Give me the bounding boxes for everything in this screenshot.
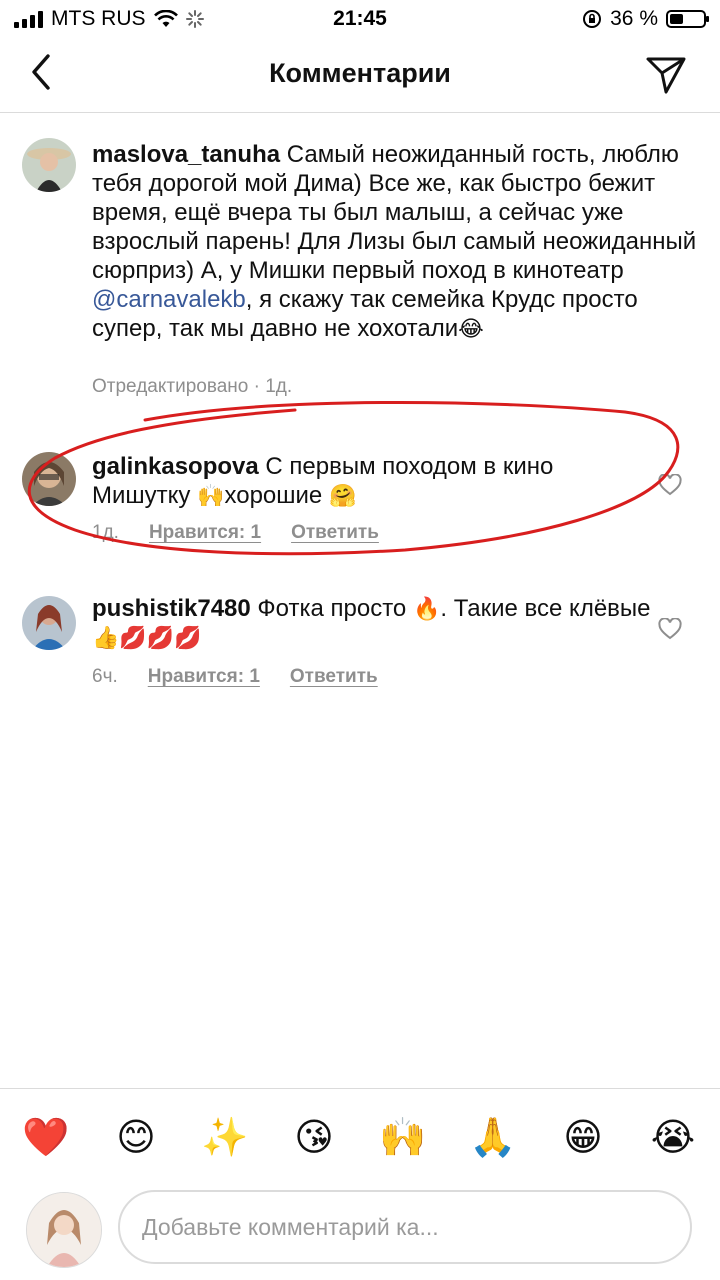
comment-username[interactable]: pushistik7480 xyxy=(92,595,251,622)
avatar-image xyxy=(22,596,76,650)
comment-text: pushistik7480 Фотка просто 🔥. Такие все … xyxy=(92,594,652,652)
battery-icon xyxy=(666,10,709,28)
raising-hands-emoji: 🙌 xyxy=(197,483,225,508)
avatar[interactable] xyxy=(22,452,76,506)
comment-username[interactable]: galinkasopova xyxy=(92,453,259,480)
rotation-lock-icon xyxy=(583,10,602,28)
edited-label: Отредактировано · 1д. xyxy=(92,376,293,397)
like-heart-icon[interactable] xyxy=(658,474,682,496)
quick-emoji-smile[interactable]: 😊 xyxy=(110,1112,162,1164)
quick-emoji-cry[interactable]: 😭 xyxy=(647,1112,699,1164)
quick-emoji-sparkles[interactable]: ✨ xyxy=(199,1112,251,1164)
comment-meta: 6ч. Нравится: 1 Ответить xyxy=(92,666,378,688)
avatar-image xyxy=(22,138,76,192)
fire-emoji: 🔥 xyxy=(412,596,441,621)
comment-username[interactable]: maslova_tanuha xyxy=(92,141,280,168)
reply-button[interactable]: Ответить xyxy=(290,666,378,688)
quick-emoji-heart[interactable]: ❤️ xyxy=(20,1112,72,1164)
mention-link[interactable]: @carnavalekb xyxy=(92,286,246,313)
send-direct-icon[interactable] xyxy=(644,52,688,96)
comment-body-continued: хорошие xyxy=(224,482,329,509)
avatar-image xyxy=(22,452,76,506)
divider xyxy=(0,1088,720,1089)
likes-count-link[interactable]: Нравится: 1 xyxy=(149,522,261,544)
reply-button[interactable]: Ответить xyxy=(291,522,379,544)
battery-percent: 36 % xyxy=(610,7,658,30)
quick-emoji-grin[interactable]: 😁 xyxy=(557,1112,609,1164)
like-heart-icon[interactable] xyxy=(658,618,682,640)
my-avatar xyxy=(26,1192,102,1268)
quick-emoji-kiss[interactable]: 😘 xyxy=(288,1112,340,1164)
comment-body-continued: . Такие все клёвые xyxy=(440,595,651,622)
laughing-emoji: 😂 xyxy=(458,316,484,341)
avatar-image xyxy=(27,1193,101,1267)
page-title: Комментарии xyxy=(269,58,451,88)
status-right: 36 % xyxy=(582,7,709,31)
status-bar: MTS RUS 21:45 36 % xyxy=(0,0,720,38)
comment-input[interactable]: Добавьте комментарий ка... xyxy=(118,1190,692,1264)
top-bar: Комментарии xyxy=(0,38,720,113)
avatar[interactable] xyxy=(22,596,76,650)
thumbs-up-kiss-emojis: 👍💋💋💋 xyxy=(92,625,202,650)
comment-text: galinkasopova С первым походом в кино Ми… xyxy=(92,452,652,510)
hugging-emoji: 🤗 xyxy=(328,483,357,508)
comment-text: maslova_tanuha Самый неожиданный гость, … xyxy=(92,140,702,343)
comment-composer: Добавьте комментарий ка... xyxy=(0,1186,720,1272)
quick-emoji-pray[interactable]: 🙏 xyxy=(467,1112,519,1164)
comment-body: Фотка просто xyxy=(250,595,413,622)
quick-emoji-raising-hands[interactable]: 🙌 xyxy=(377,1112,429,1164)
likes-count-link[interactable]: Нравится: 1 xyxy=(148,666,260,688)
quick-emoji-bar: ❤️ 😊 ✨ 😘 🙌 🙏 😁 😭 xyxy=(0,1112,720,1164)
comment-meta: 1д. Нравится: 1 Ответить xyxy=(92,522,379,544)
comment-meta: Отредактировано · 1д. xyxy=(92,376,292,398)
comment-time: 6ч. xyxy=(92,666,118,687)
comment-time: 1д. xyxy=(92,522,119,543)
avatar[interactable] xyxy=(22,138,76,192)
